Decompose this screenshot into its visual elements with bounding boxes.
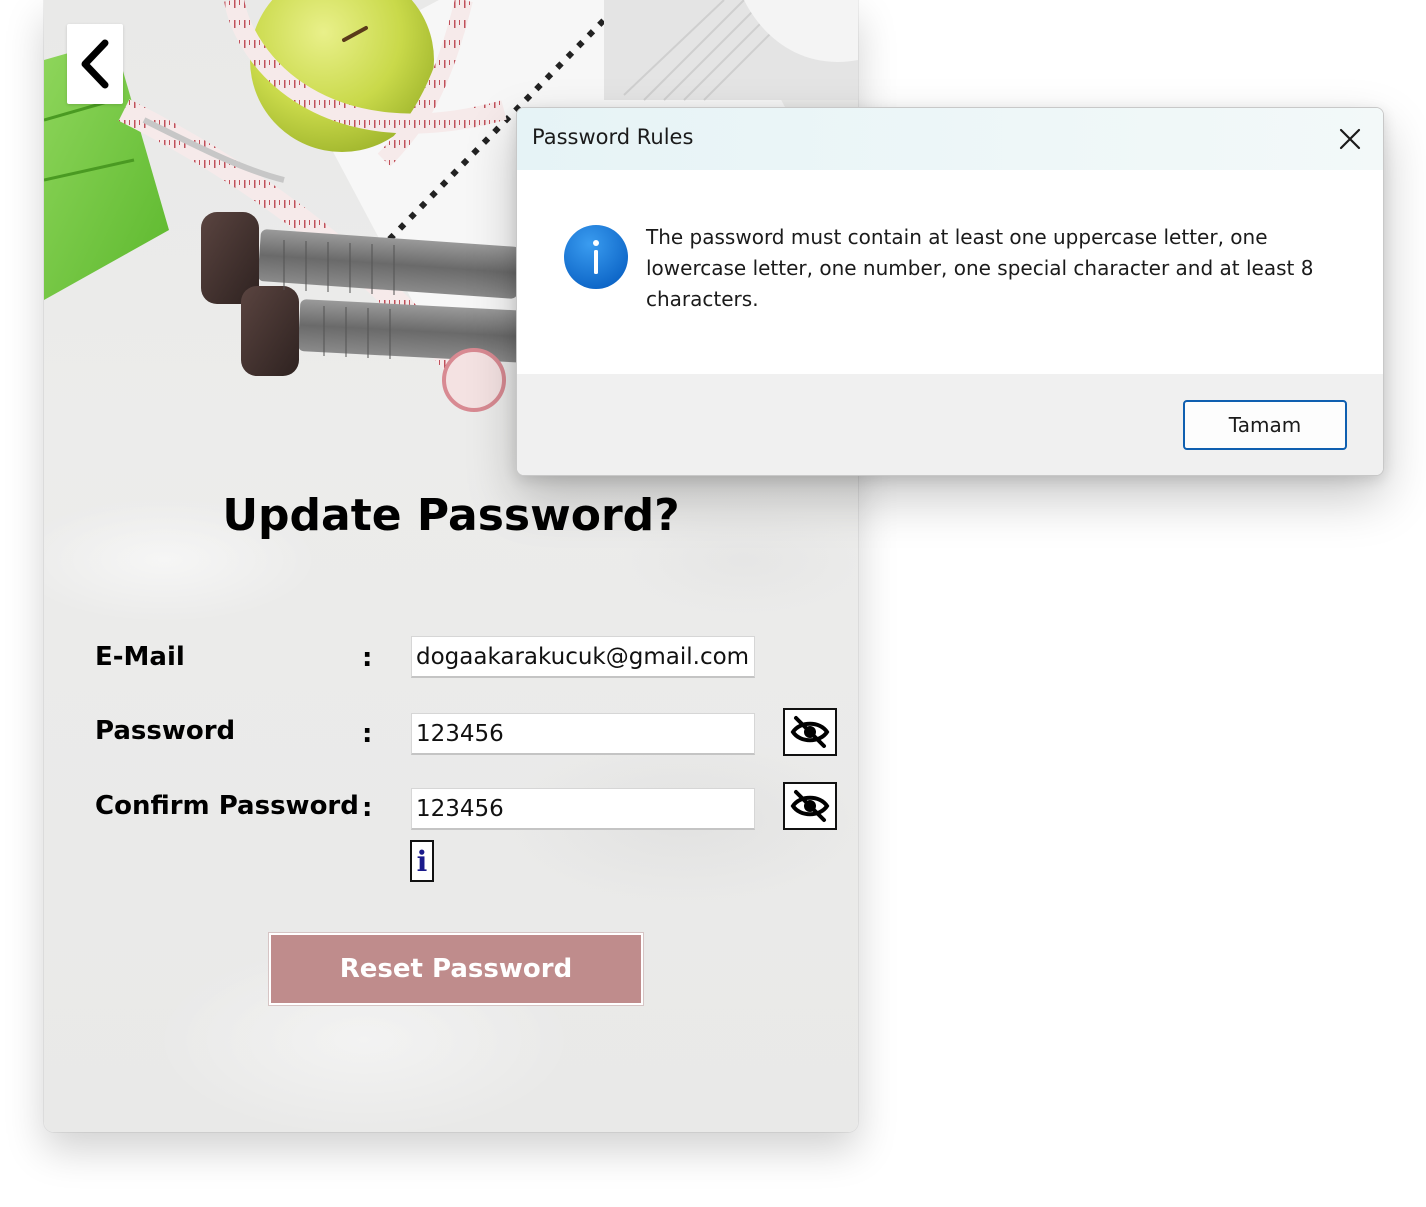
close-icon <box>1339 128 1361 150</box>
dialog-title: Password Rules <box>532 125 694 149</box>
email-colon: : <box>362 643 373 673</box>
dialog-footer: Tamam <box>517 374 1383 475</box>
dialog-body: The password must contain at least one u… <box>517 170 1383 374</box>
email-field[interactable] <box>411 636 755 678</box>
eye-slash-icon <box>790 790 830 822</box>
chevron-left-icon <box>81 39 109 89</box>
dialog-ok-button[interactable]: Tamam <box>1183 400 1347 450</box>
password-label: Password <box>95 716 236 746</box>
dialog-titlebar[interactable]: Password Rules <box>517 108 1383 170</box>
back-button[interactable] <box>67 24 123 104</box>
confirm-password-colon: : <box>362 793 373 823</box>
password-colon: : <box>362 719 373 749</box>
page-title: Update Password? <box>222 490 680 541</box>
confirm-password-visibility-toggle[interactable] <box>783 782 837 830</box>
reset-password-button[interactable]: Reset Password <box>269 933 643 1005</box>
password-field[interactable] <box>411 713 755 755</box>
info-circle-icon <box>564 225 628 289</box>
password-rules-dialog: Password Rules The password must contain… <box>516 107 1384 476</box>
password-rules-info-button[interactable]: i <box>410 840 434 882</box>
password-visibility-toggle[interactable] <box>783 708 837 756</box>
info-icon: i <box>416 844 428 878</box>
dialog-message: The password must contain at least one u… <box>646 225 1314 311</box>
email-label: E-Mail <box>95 642 185 672</box>
confirm-password-label: Confirm Password <box>95 791 359 821</box>
dialog-close-button[interactable] <box>1331 120 1369 158</box>
confirm-password-field[interactable] <box>411 788 755 830</box>
eye-slash-icon <box>790 716 830 748</box>
